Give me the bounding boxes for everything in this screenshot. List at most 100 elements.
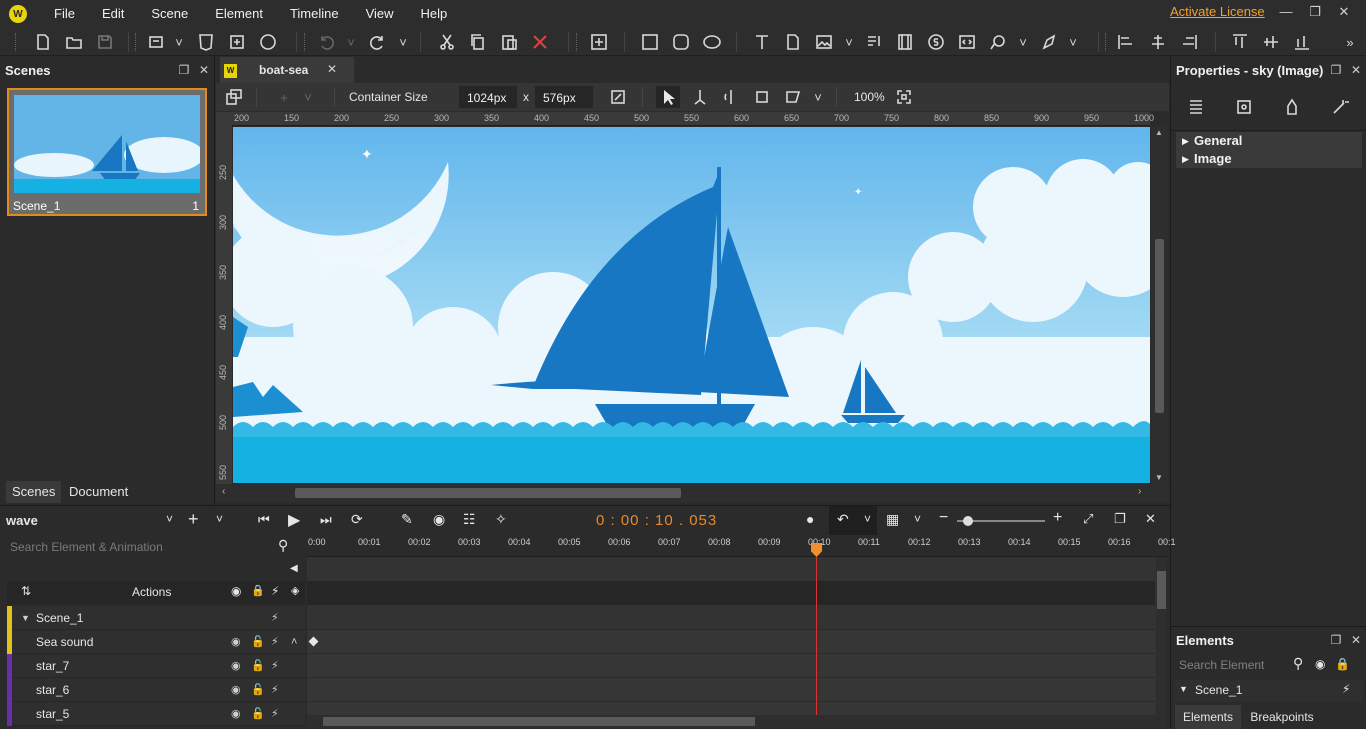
visibility-icon[interactable]: ◉ (231, 584, 241, 598)
export-icon[interactable] (227, 32, 247, 52)
image-tool-icon[interactable] (814, 32, 834, 52)
pen-dropdown-icon[interactable]: ˅ (1067, 32, 1079, 52)
keyframe-icon[interactable]: ◈ (291, 584, 299, 597)
action-icon[interactable]: ⚡ (271, 678, 279, 702)
tab-document[interactable]: Document (63, 481, 134, 503)
video-tool-icon[interactable] (895, 32, 915, 52)
scene-thumbnail[interactable]: Scene_1 1 (7, 88, 207, 216)
container-width-input[interactable]: 1024px (459, 86, 517, 108)
tab-breakpoints[interactable]: Breakpoints (1241, 705, 1323, 729)
paste-icon[interactable] (499, 32, 519, 52)
menu-view[interactable]: View (351, 0, 406, 28)
tab-elements[interactable]: Elements (1175, 705, 1241, 729)
image-dropdown-icon[interactable]: ˅ (843, 32, 855, 52)
filters-tab-icon[interactable] (1282, 97, 1302, 117)
code-tool-icon[interactable] (957, 32, 977, 52)
action-icon[interactable]: ⚡ (271, 606, 279, 630)
visibility-icon[interactable]: ◉ (231, 654, 241, 678)
zoom-slider[interactable] (957, 516, 1045, 526)
layer-row[interactable]: star_6 ◉ 🔓 ⚡ (7, 678, 305, 702)
effects-icon[interactable]: ✧ (495, 511, 507, 528)
close-panel-icon[interactable]: ✕ (1349, 633, 1363, 647)
align-top-icon[interactable] (1230, 32, 1250, 52)
close-panel-icon[interactable]: ✕ (197, 63, 211, 77)
menu-element[interactable]: Element (200, 0, 275, 28)
layer-row[interactable]: ▼ Scene_1 ⚡ (7, 606, 305, 630)
lock-icon[interactable]: 🔒 (1335, 657, 1350, 671)
float-panel-icon[interactable]: ❐ (177, 63, 191, 77)
loop-icon[interactable]: ⟳ (351, 511, 363, 528)
section-image[interactable]: ▶ Image (1176, 150, 1362, 168)
menu-help[interactable]: Help (406, 0, 460, 28)
track-row[interactable] (307, 678, 1155, 702)
toolbar-overflow-icon[interactable]: » (1340, 32, 1360, 52)
redo-icon[interactable] (368, 32, 388, 52)
search-icon[interactable]: ⚲ (278, 537, 288, 554)
lock-icon[interactable]: 🔓 (251, 702, 265, 726)
restore-icon[interactable]: ❐ (1305, 4, 1325, 22)
element-tree-root[interactable]: ▼ Scene_1 ⚡ (1175, 680, 1363, 702)
open-folder-icon[interactable] (64, 32, 84, 52)
track-row[interactable] (307, 630, 1155, 654)
lock-icon[interactable]: 🔓 (251, 630, 265, 654)
stage-canvas[interactable]: ✦ ✦ (233, 127, 1150, 483)
menu-file[interactable]: File (39, 0, 87, 28)
close-panel-icon[interactable]: ✕ (1145, 511, 1156, 527)
minimize-icon[interactable]: — (1276, 4, 1296, 22)
timeline-tracks[interactable]: 0:00 00:01 00:02 00:03 00:04 00:05 00:06 00:07 0… (307, 535, 1176, 728)
responsive-icon[interactable] (224, 87, 244, 107)
tab-boat-sea[interactable]: W boat-sea ✕ (220, 57, 354, 83)
align-center-icon[interactable] (1148, 32, 1168, 52)
add-element-icon[interactable] (589, 32, 609, 52)
symbol-tool-icon[interactable] (926, 32, 946, 52)
float-panel-icon[interactable]: ❐ (1114, 511, 1126, 527)
ellipse-tool-icon[interactable] (702, 32, 722, 52)
collapse-arrow-icon[interactable]: ◀ (290, 563, 298, 574)
redo-dropdown-icon[interactable]: ˅ (397, 32, 409, 52)
cut-icon[interactable] (437, 32, 457, 52)
html-element-icon[interactable] (783, 32, 803, 52)
time-ruler[interactable]: 0:00 00:01 00:02 00:03 00:04 00:05 00:06 00:07 0… (307, 535, 1176, 557)
easing-dropdown[interactable]: ↶ ˅ (829, 506, 877, 536)
action-icon[interactable]: ⚡ (271, 702, 279, 726)
timecode-display[interactable]: 0 : 00 : 10 . 053 (596, 512, 717, 529)
go-to-start-icon[interactable]: ⏮ (258, 512, 270, 528)
container-height-input[interactable]: 576px (535, 86, 593, 108)
properties-tab-icon[interactable] (1186, 97, 1206, 117)
tracks-horizontal-scrollbar[interactable] (307, 715, 1167, 728)
actions-label[interactable]: Actions (132, 585, 171, 599)
align-middle-icon[interactable] (1261, 32, 1281, 52)
track-row[interactable] (307, 606, 1155, 630)
skew-tool-icon[interactable] (783, 87, 803, 107)
keyframe-marker[interactable] (308, 636, 319, 647)
close-panel-icon[interactable]: ✕ (1349, 63, 1363, 77)
delete-icon[interactable] (530, 32, 550, 52)
grid-dropdown-icon[interactable]: ˅ (914, 512, 921, 526)
align-bottom-icon[interactable] (1292, 32, 1312, 52)
track-row[interactable] (307, 654, 1155, 678)
breakpoint-dropdown-icon[interactable]: ˅ (302, 87, 314, 107)
preview-dropdown-icon[interactable]: ˅ (173, 32, 185, 52)
element-search-input[interactable]: Search Element (1179, 658, 1264, 672)
lock-icon[interactable]: 🔒 (251, 584, 265, 597)
close-tab-icon[interactable]: ✕ (327, 62, 337, 76)
transform-tab-icon[interactable] (1234, 97, 1254, 117)
float-panel-icon[interactable]: ❐ (1329, 63, 1343, 77)
shape-tool-icon[interactable] (988, 32, 1008, 52)
pen-tool-icon[interactable] (1040, 32, 1060, 52)
stage-vertical-scrollbar[interactable]: ▲ ▼ (1151, 127, 1168, 483)
save-icon[interactable] (95, 32, 115, 52)
zoom-fit-icon[interactable] (894, 87, 914, 107)
html5-icon[interactable] (196, 32, 216, 52)
effects-tab-icon[interactable] (1330, 97, 1350, 117)
new-file-icon[interactable] (33, 32, 53, 52)
undo-dropdown-icon[interactable]: ˅ (345, 32, 357, 52)
add-breakpoint-icon[interactable]: + (274, 87, 294, 107)
menu-scene[interactable]: Scene (136, 0, 200, 28)
tracks-vertical-scrollbar[interactable] (1156, 557, 1167, 715)
search-icon[interactable]: ⚲ (1293, 655, 1303, 672)
add-animation-icon[interactable]: + (188, 509, 199, 530)
menu-timeline[interactable]: Timeline (275, 0, 351, 28)
rounded-rectangle-tool-icon[interactable] (671, 32, 691, 52)
visibility-icon[interactable]: ◉ (1315, 657, 1325, 671)
